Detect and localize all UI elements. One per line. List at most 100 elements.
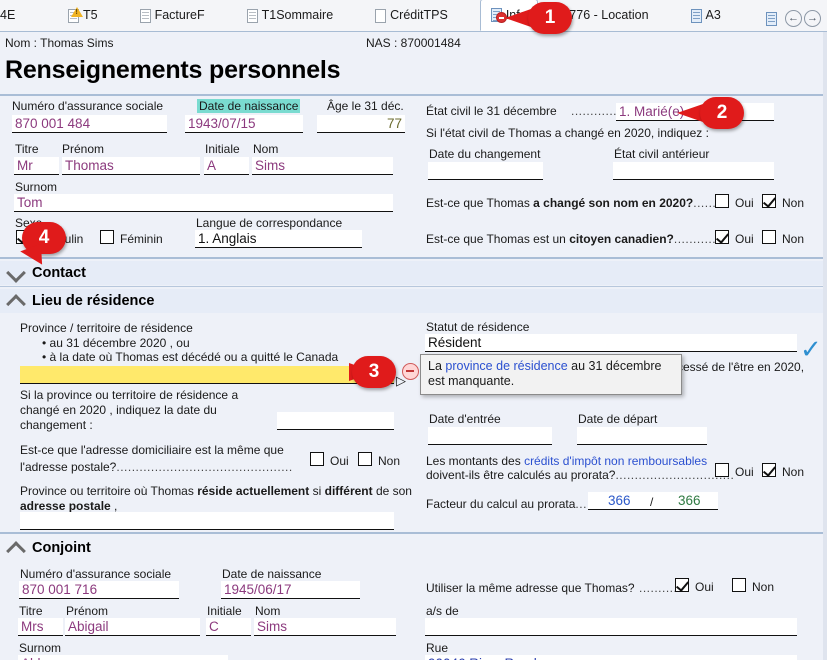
citizen-no-label: Non xyxy=(782,232,805,246)
section-spouse[interactable]: Conjoint xyxy=(0,536,827,560)
spouse-same-address-no-checkbox[interactable] xyxy=(732,578,746,592)
language-label: Langue de correspondance xyxy=(196,216,343,230)
province-changed-date-field[interactable] xyxy=(277,412,394,430)
title-field[interactable]: Mr xyxy=(14,157,59,175)
current-prov-p2: réside actuellement xyxy=(197,484,310,498)
tab-a3[interactable]: A3 xyxy=(681,0,731,31)
spouse-nickname-field[interactable]: Abby xyxy=(18,655,228,660)
residence-status-field[interactable]: Résident xyxy=(425,334,797,352)
dob-field[interactable]: 1943/07/15 xyxy=(185,115,303,133)
sin-field[interactable]: 870 001 484 xyxy=(12,115,167,133)
prorata-factor-numerator: 366 xyxy=(608,493,631,508)
section-contact[interactable]: Contact xyxy=(0,261,827,285)
spouse-street-value: 90046 River Road xyxy=(428,656,537,660)
name-change-yes-checkbox[interactable] xyxy=(715,194,729,208)
spouse-title-field[interactable]: Mrs xyxy=(18,618,63,636)
change-date-field[interactable] xyxy=(428,162,543,180)
document-icon xyxy=(246,8,258,23)
departure-date-label: Date de départ xyxy=(578,412,658,426)
citizen-yes-label: Oui xyxy=(735,232,754,246)
entry-date-field[interactable] xyxy=(428,427,552,445)
tab-t5[interactable]: T5 xyxy=(58,0,108,31)
prior-status-label: État civil antérieur xyxy=(614,147,710,161)
tab-credittps[interactable]: CréditTPS xyxy=(365,0,458,31)
home-same-dots: ........................................… xyxy=(116,460,293,474)
sex-feminin-label: Féminin xyxy=(120,232,163,246)
province-changed-line2: changé en 2020 , indiquez la date du xyxy=(20,403,217,417)
spouse-same-address-yes-checkbox[interactable] xyxy=(675,578,689,592)
client-summary-bar: Nom : Thomas Sims NAS : 870001484 xyxy=(0,33,827,53)
client-name: Nom : Thomas Sims xyxy=(5,36,114,50)
firstname-label: Prénom xyxy=(62,142,105,156)
province-changed-line3: changement : xyxy=(20,418,93,432)
citizen-question: Est-ce que Thomas est un citoyen canadie… xyxy=(426,230,716,248)
spouse-sin-field[interactable]: 870 001 716 xyxy=(19,581,179,599)
sex-feminin-checkbox[interactable] xyxy=(100,230,114,244)
tab-facturef[interactable]: FactureF xyxy=(130,0,215,31)
spouse-same-address-row: Utiliser la même adresse que Thomas? ...… xyxy=(426,579,681,597)
nickname-value: Tom xyxy=(17,195,43,210)
home-same-no-label: Non xyxy=(378,454,401,468)
spouse-firstname-value: Abigail xyxy=(68,619,109,634)
divider-top xyxy=(0,94,827,96)
current-prov-p4: différent xyxy=(324,484,373,498)
prorata-no-checkbox[interactable] xyxy=(762,463,776,477)
spouse-careof-label: a/s de xyxy=(426,604,459,618)
prorata-factor-field[interactable]: 366 / 366 xyxy=(588,492,718,510)
document-blank-icon xyxy=(375,8,387,23)
change-date-label: Date du changement xyxy=(429,147,541,161)
province-residence-field[interactable] xyxy=(20,366,394,384)
province-residence-label: Province / territoire de résidence xyxy=(20,321,193,335)
prior-status-field[interactable] xyxy=(613,162,774,180)
province-changed-line1: Si la province ou territoire de résidenc… xyxy=(20,388,239,402)
spouse-initial-value: C xyxy=(209,619,219,634)
language-value: 1. Anglais xyxy=(198,231,257,246)
language-field[interactable]: 1. Anglais xyxy=(195,230,362,248)
tab-credittps-label: CréditTPS xyxy=(390,8,448,23)
spouse-same-address-yes-label: Oui xyxy=(695,580,714,594)
name-change-no-label: Non xyxy=(782,196,805,210)
tab-a3-label: A3 xyxy=(705,8,721,23)
tab-t1sommaire[interactable]: T1Sommaire xyxy=(237,0,344,31)
sin-value: 870 001 484 xyxy=(15,116,91,131)
citizen-q-part1: Est-ce que Thomas est un xyxy=(426,232,570,246)
entry-date-label: Date d'entrée xyxy=(429,412,501,426)
prorata-factor-separator: / xyxy=(650,495,654,509)
residence-status-value: Résident xyxy=(428,335,482,350)
spouse-nickname-label: Surnom xyxy=(19,641,62,655)
initial-field[interactable]: A xyxy=(204,157,249,175)
name-change-yes-label: Oui xyxy=(735,196,754,210)
departure-date-field[interactable] xyxy=(577,427,707,445)
firstname-field[interactable]: Thomas xyxy=(62,157,200,175)
name-change-no-checkbox[interactable] xyxy=(762,194,776,208)
citizen-no-checkbox[interactable] xyxy=(762,230,776,244)
spouse-dob-field[interactable]: 1945/06/17 xyxy=(221,581,360,599)
home-same-yes-label: Oui xyxy=(330,454,349,468)
spouse-firstname-field[interactable]: Abigail xyxy=(65,618,200,636)
tab-4e[interactable]: 4E xyxy=(0,0,30,31)
spouse-same-address-no-label: Non xyxy=(752,580,775,594)
tooltip-link: province de résidence xyxy=(445,359,568,373)
spouse-street-field[interactable]: 90046 River Road xyxy=(425,655,797,660)
spouse-lastname-field[interactable]: Sims xyxy=(254,618,396,636)
home-same-no-checkbox[interactable] xyxy=(358,452,372,466)
spouse-careof-field[interactable] xyxy=(425,618,797,636)
spouse-initial-field[interactable]: C xyxy=(206,618,251,636)
lastname-field[interactable]: Sims xyxy=(252,157,393,175)
prorata-yes-checkbox[interactable] xyxy=(715,463,729,477)
vertical-scrollbar[interactable] xyxy=(823,32,827,660)
current-province-field[interactable] xyxy=(20,512,394,530)
nickname-field[interactable]: Tom xyxy=(14,194,393,212)
citizen-yes-checkbox[interactable] xyxy=(715,230,729,244)
marital-status-value: 1. Marié(e) xyxy=(619,104,685,119)
home-same-yes-checkbox[interactable] xyxy=(310,452,324,466)
arrow-right-circle-icon[interactable]: → xyxy=(804,10,821,27)
personal-info-form-window: 4E T5 FactureF T1Sommaire Crédi xyxy=(0,0,827,660)
lastname-label: Nom xyxy=(253,142,279,156)
arrow-left-circle-icon[interactable]: ← xyxy=(785,10,802,27)
section-residence[interactable]: Lieu de résidence xyxy=(0,289,827,313)
dob-value: 1943/07/15 xyxy=(188,116,256,131)
lastname-value: Sims xyxy=(255,158,285,173)
prorata-question-line2: doivent-ils être calculés au prorata?...… xyxy=(426,466,734,484)
spouse-lastname-value: Sims xyxy=(257,619,287,634)
